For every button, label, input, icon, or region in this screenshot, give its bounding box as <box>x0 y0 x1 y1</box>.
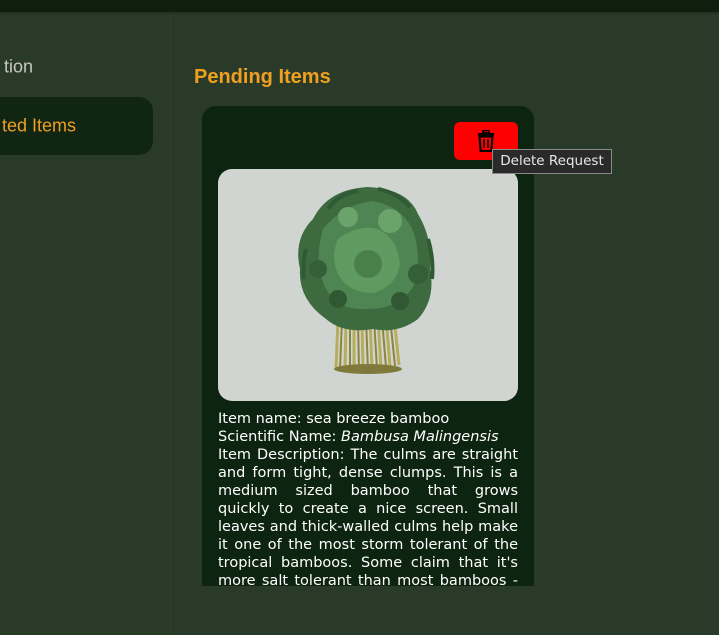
item-details: Item name: sea breeze bamboo Scientific … <box>218 410 518 586</box>
main-content: Pending Items Item name: sea breeze bamb… <box>171 14 719 635</box>
description-label: Item Description: <box>218 447 351 463</box>
scientific-name-label: Scientific Name: <box>218 429 342 445</box>
item-name-value: sea breeze bamboo <box>306 411 450 427</box>
sidebar-item-partial-1[interactable]: tion <box>0 38 153 96</box>
sidebar-item-active[interactable]: ted Items <box>0 97 153 155</box>
item-name-label: Item name: <box>218 411 307 427</box>
item-photo <box>218 169 518 401</box>
delete-request-tooltip: Delete Request <box>492 149 612 174</box>
scientific-name-line: Scientific Name: Bambusa Malingensis <box>218 428 518 446</box>
description-line: Item Description: The culms are straight… <box>218 446 518 586</box>
sidebar-item-label: ted Items <box>1 115 76 136</box>
bamboo-plant-image <box>298 187 435 374</box>
page-title: Pending Items <box>194 66 331 88</box>
item-card: Item name: sea breeze bamboo Scientific … <box>202 106 534 586</box>
sidebar: tion ted Items <box>0 14 171 635</box>
description-value: The culms are straight and form tight, d… <box>218 447 518 586</box>
scientific-name-value: Bambusa Malingensis <box>341 429 499 445</box>
top-app-bar <box>0 0 719 12</box>
item-name-line: Item name: sea breeze bamboo <box>218 410 518 428</box>
sidebar-item-label: tion <box>3 56 33 77</box>
